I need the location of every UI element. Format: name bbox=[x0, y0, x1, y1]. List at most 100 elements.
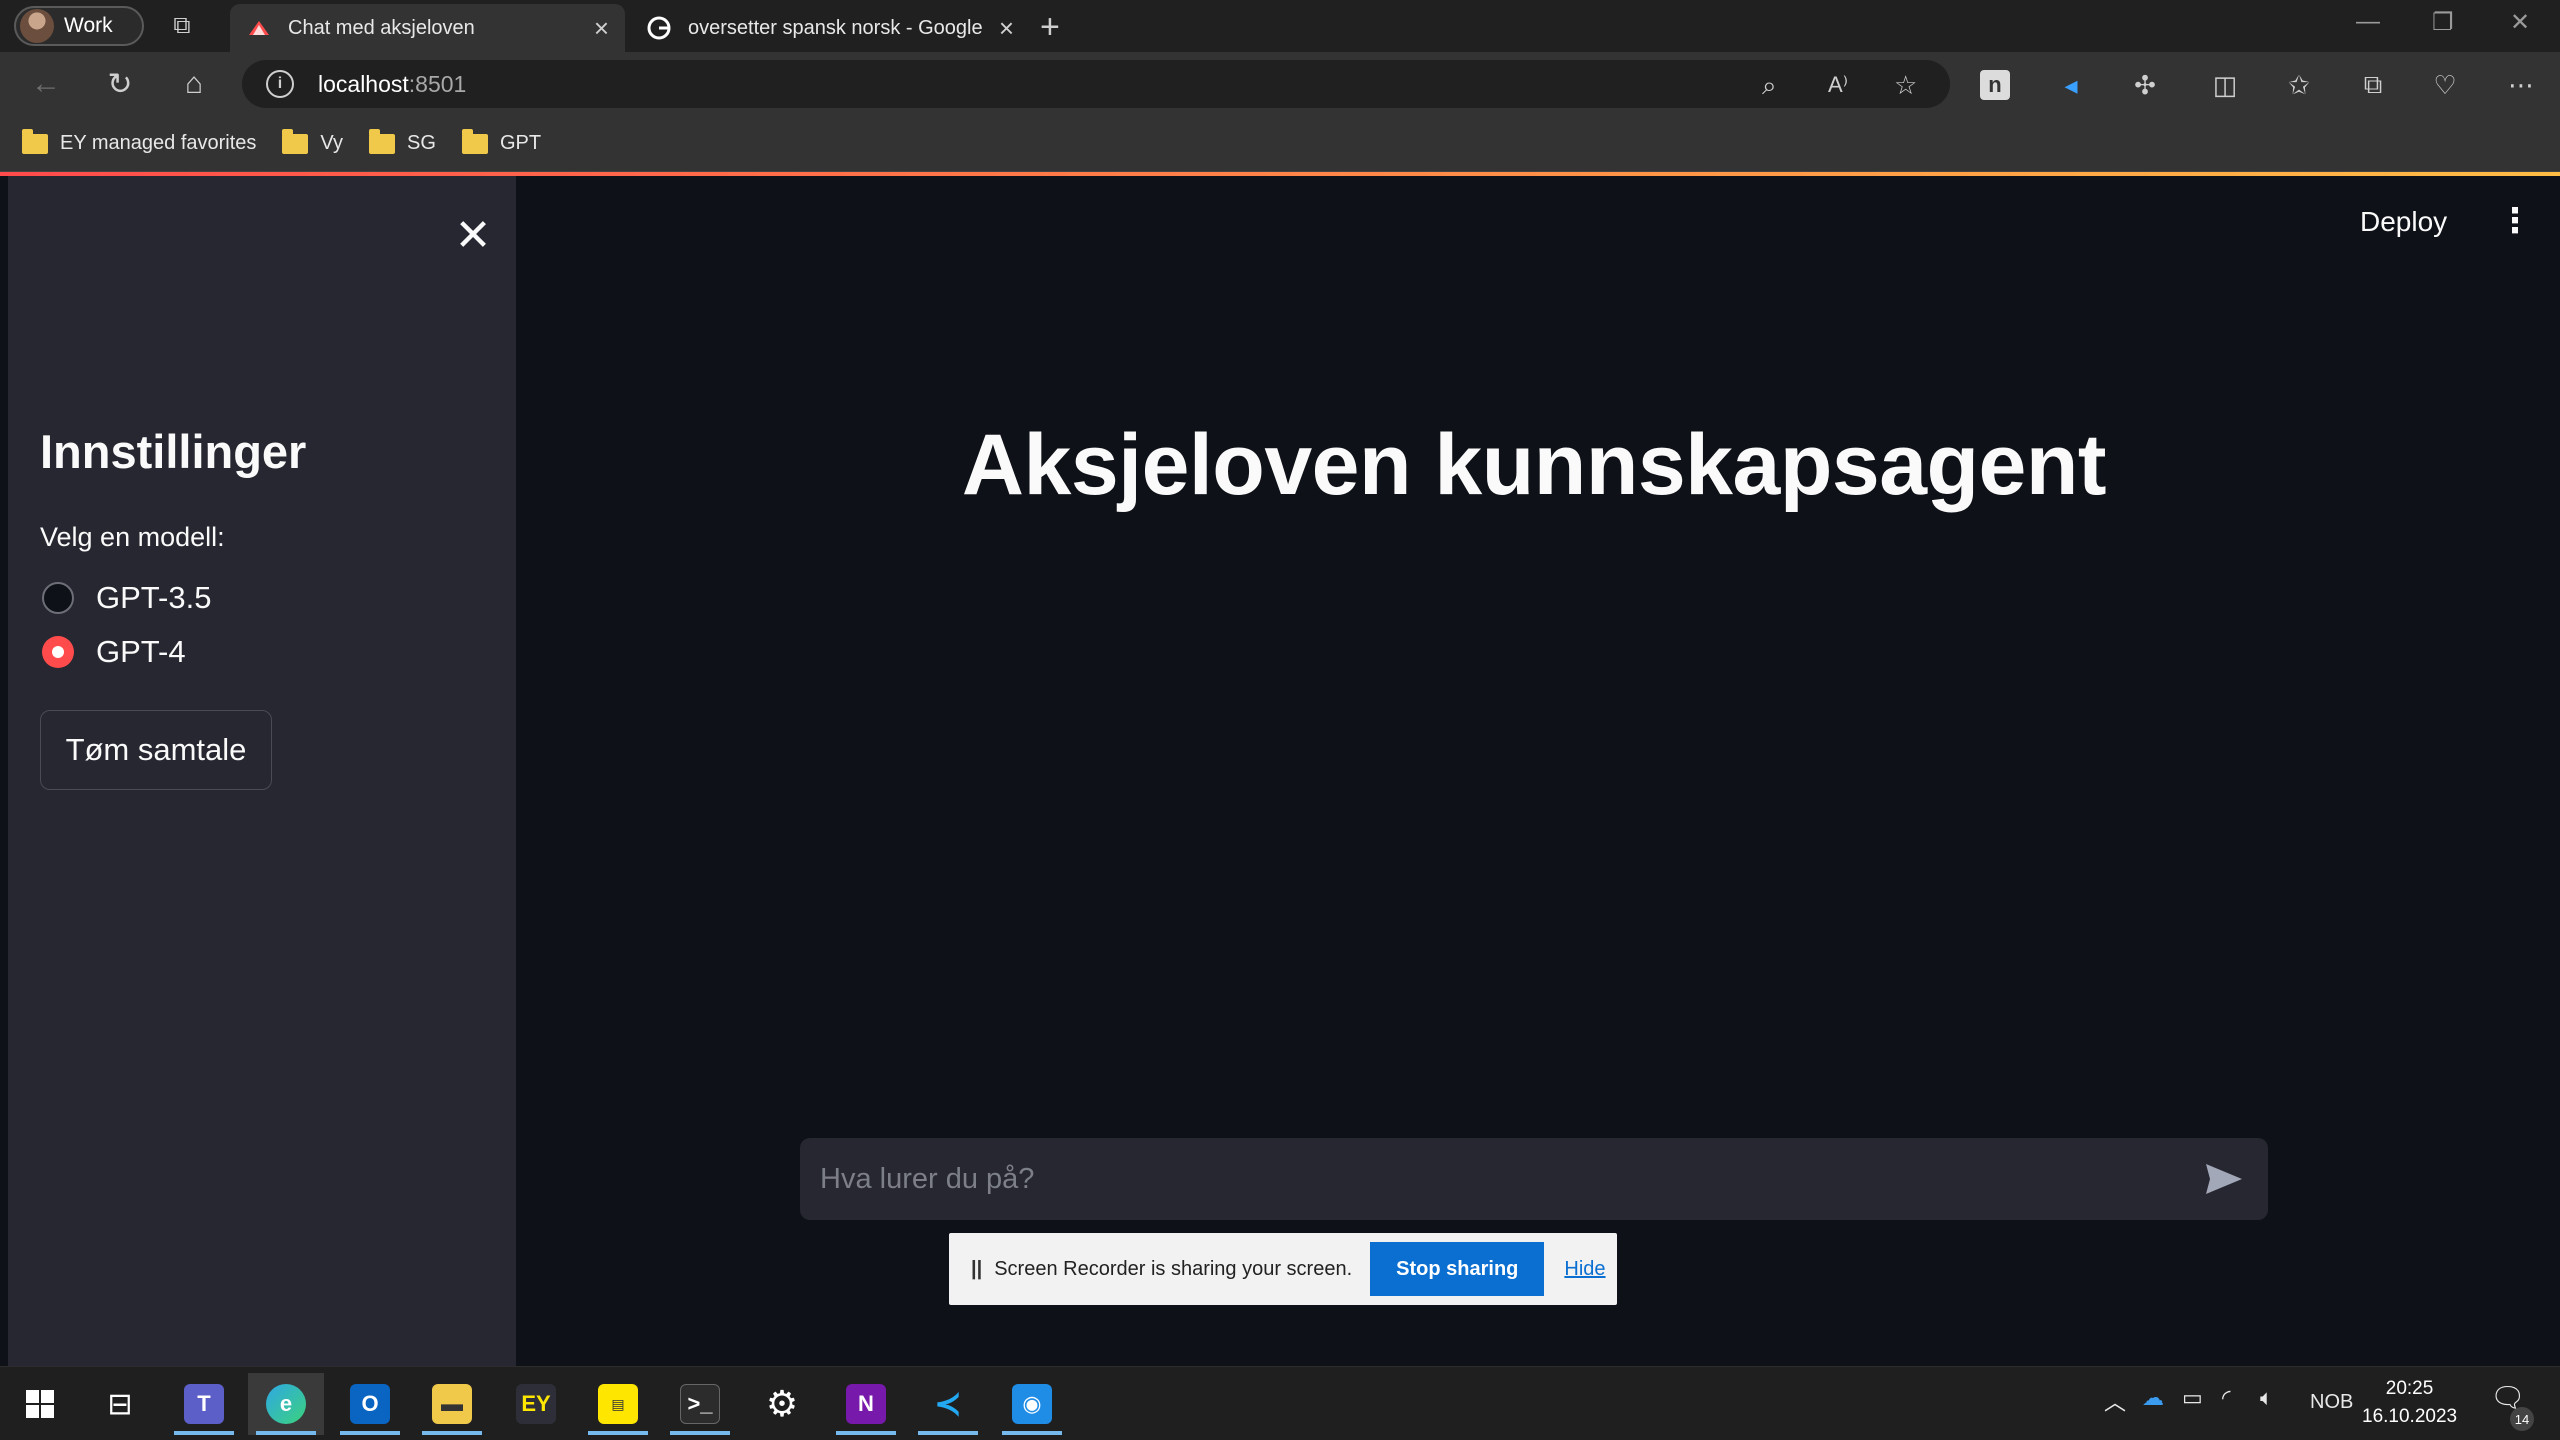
discover-app[interactable]: ▤ bbox=[580, 1373, 656, 1435]
edge-icon: e bbox=[266, 1384, 306, 1424]
tab-actions-icon[interactable]: ⧉ bbox=[166, 10, 198, 42]
tab-title: oversetter spansk norsk - Google bbox=[688, 16, 983, 39]
tab-title: Chat med aksjeloven bbox=[288, 16, 475, 39]
app-page: ✕ Innstillinger Velg en modell: GPT-3.5 … bbox=[8, 176, 2552, 1366]
onenote-app[interactable]: N bbox=[828, 1373, 904, 1435]
send-icon[interactable] bbox=[2194, 1149, 2254, 1209]
radio-label: GPT-3.5 bbox=[96, 580, 212, 615]
task-view-icon[interactable]: ⊟ bbox=[82, 1373, 158, 1435]
close-window-icon[interactable]: ✕ bbox=[2510, 8, 2530, 37]
address-toolbar: ← ↻ ⌂ i localhost:8501 ⌕ A⁾ ☆ n ◂ ✣ ◫ ✩ … bbox=[0, 52, 2560, 116]
folder-icon bbox=[369, 128, 396, 154]
folder-icon bbox=[22, 128, 48, 154]
favorite-vy[interactable]: Vy bbox=[282, 128, 343, 155]
show-hidden-icons-icon[interactable]: ︿ bbox=[2104, 1385, 2126, 1417]
home-icon[interactable]: ⌂ bbox=[176, 66, 212, 102]
windows-icon bbox=[26, 1390, 54, 1418]
favorite-ey-managed[interactable]: EY managed favorites bbox=[22, 128, 256, 155]
settings-more-icon[interactable]: ⋯ bbox=[2504, 68, 2538, 102]
start-button[interactable] bbox=[2, 1373, 78, 1435]
battery-icon[interactable]: ▭ bbox=[2182, 1385, 2203, 1411]
favorite-gpt[interactable]: GPT bbox=[461, 128, 541, 155]
clock-date: 16.10.2023 bbox=[2362, 1406, 2458, 1427]
onenote-icon: N bbox=[846, 1384, 886, 1424]
clear-conversation-button[interactable]: Tøm samtale bbox=[40, 710, 272, 790]
browser-titlebar: Work ⧉ Chat med aksjeloven × oversetter … bbox=[0, 0, 2560, 52]
reload-icon[interactable]: ↻ bbox=[102, 66, 138, 102]
language-indicator[interactable]: NOB bbox=[2310, 1391, 2353, 1414]
zoom-icon[interactable]: ⌕ bbox=[1762, 70, 1777, 102]
profile-label: Work bbox=[64, 14, 113, 37]
radio-unchecked-icon[interactable] bbox=[42, 582, 74, 614]
close-sidebar-icon[interactable]: ✕ bbox=[448, 210, 498, 260]
split-screen-icon[interactable]: ◫ bbox=[2208, 68, 2242, 102]
terminal-app[interactable]: >_ bbox=[662, 1373, 738, 1435]
vscode-app[interactable]: ≺ bbox=[910, 1373, 986, 1435]
vscode-icon: ≺ bbox=[933, 1385, 963, 1423]
page-title: Aksjeloven kunnskapsagent bbox=[961, 417, 2107, 513]
gear-icon: ⚙ bbox=[765, 1383, 799, 1424]
camera-icon: ◉ bbox=[1012, 1384, 1052, 1424]
screen-recorder-app[interactable]: ◉ bbox=[994, 1373, 1070, 1435]
edge-app[interactable]: e bbox=[248, 1373, 324, 1435]
clock[interactable]: 20:25 16.10.2023 bbox=[2362, 1375, 2457, 1431]
read-aloud-icon[interactable]: A⁾ bbox=[1828, 72, 1848, 98]
browser-essentials-icon[interactable]: ♡ bbox=[2428, 68, 2462, 102]
back-icon[interactable]: ← bbox=[28, 66, 64, 102]
deploy-button[interactable]: Deploy bbox=[2360, 206, 2447, 238]
share-message: Screen Recorder is sharing your screen. bbox=[994, 1257, 1353, 1280]
streamlit-icon bbox=[246, 15, 272, 41]
restore-icon[interactable]: ❐ bbox=[2432, 8, 2454, 37]
tab-chat[interactable]: Chat med aksjeloven × bbox=[230, 4, 625, 52]
folder-icon: ▬ bbox=[432, 1384, 472, 1424]
outlook-icon: O bbox=[350, 1384, 390, 1424]
site-info-icon[interactable]: i bbox=[266, 70, 294, 98]
url-text[interactable]: localhost:8501 bbox=[318, 71, 466, 98]
chat-input[interactable] bbox=[800, 1138, 2194, 1220]
ey-app[interactable]: EY bbox=[498, 1373, 574, 1435]
favorites-bar: EY managed favorites Vy SG GPT bbox=[0, 116, 2560, 172]
file-explorer-app[interactable]: ▬ bbox=[414, 1373, 490, 1435]
collections-icon[interactable]: ⧉ bbox=[2356, 68, 2390, 102]
teams-app[interactable]: T bbox=[166, 1373, 242, 1435]
address-field[interactable]: i localhost:8501 ⌕ A⁾ ☆ bbox=[242, 60, 1950, 108]
onedrive-icon[interactable]: ☁ bbox=[2142, 1385, 2164, 1411]
terminal-icon: >_ bbox=[680, 1384, 720, 1424]
radio-option-gpt4[interactable]: GPT-4 bbox=[42, 634, 186, 670]
taskbar: ⊟ T e O ▬ EY ▤ >_ ⚙ N ≺ ◉ ︿ ☁ ▭ ◜ 🔈︎ NOB… bbox=[0, 1366, 2560, 1440]
profile-button[interactable]: Work bbox=[14, 6, 144, 46]
close-tab-icon[interactable]: × bbox=[999, 13, 1014, 44]
radio-option-gpt35[interactable]: GPT-3.5 bbox=[42, 580, 211, 616]
sidebar: ✕ Innstillinger Velg en modell: GPT-3.5 … bbox=[8, 176, 516, 1366]
notification-count-badge: 14 bbox=[2510, 1407, 2534, 1431]
extension-n-icon[interactable]: n bbox=[1980, 70, 2010, 100]
settings-app[interactable]: ⚙ bbox=[744, 1373, 820, 1435]
drag-handle-icon[interactable]: || bbox=[971, 1258, 982, 1281]
close-tab-icon[interactable]: × bbox=[594, 13, 609, 44]
model-select-label: Velg en modell: bbox=[40, 522, 225, 552]
extension-shield-icon[interactable]: ◂ bbox=[2054, 68, 2088, 102]
google-icon bbox=[646, 15, 672, 41]
main-menu-icon[interactable]: ⋮ bbox=[2498, 204, 2532, 238]
avatar bbox=[20, 9, 54, 43]
wifi-icon[interactable]: ◜ bbox=[2222, 1385, 2231, 1411]
hide-link[interactable]: Hide bbox=[1564, 1258, 1605, 1281]
clock-time: 20:25 bbox=[2385, 1378, 2434, 1399]
stop-sharing-button[interactable]: Stop sharing bbox=[1370, 1242, 1545, 1296]
volume-muted-icon[interactable]: 🔈︎ bbox=[2260, 1385, 2273, 1411]
outlook-app[interactable]: O bbox=[332, 1373, 408, 1435]
favorites-icon[interactable]: ✩ bbox=[2282, 68, 2316, 102]
sidebar-title: Innstillinger bbox=[40, 425, 307, 478]
tab-google[interactable]: oversetter spansk norsk - Google × bbox=[630, 4, 1030, 52]
discover-icon: ▤ bbox=[598, 1384, 638, 1424]
favorite-star-icon[interactable]: ☆ bbox=[1894, 70, 1917, 101]
teams-icon: T bbox=[184, 1384, 224, 1424]
new-tab-icon[interactable]: + bbox=[1040, 8, 1060, 47]
folder-icon bbox=[461, 128, 488, 154]
radio-checked-icon[interactable] bbox=[42, 636, 74, 668]
favorite-sg[interactable]: SG bbox=[369, 128, 436, 155]
extensions-icon[interactable]: ✣ bbox=[2128, 68, 2162, 102]
screen-share-notice: || Screen Recorder is sharing your scree… bbox=[949, 1233, 1617, 1305]
minimize-icon[interactable]: — bbox=[2356, 8, 2380, 36]
ey-icon: EY bbox=[516, 1384, 556, 1424]
